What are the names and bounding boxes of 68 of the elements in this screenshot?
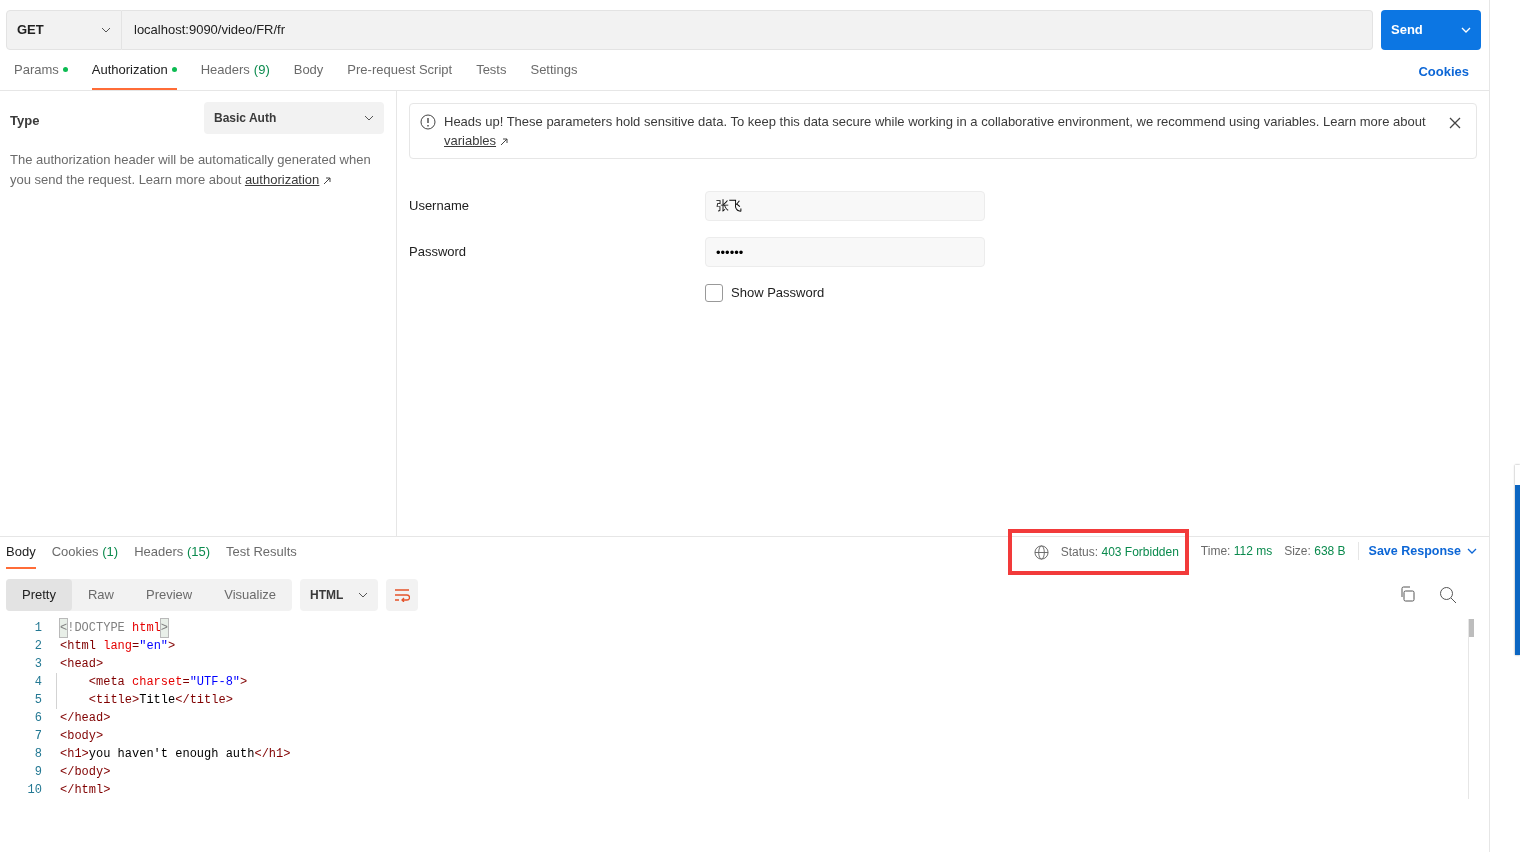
info-icon — [420, 114, 436, 130]
code-line: <meta charset="UTF-8"> — [56, 673, 1468, 691]
request-tab[interactable]: Pre-request Script — [347, 59, 453, 90]
response-tab[interactable]: Body — [6, 541, 36, 569]
code-line: <body> — [59, 728, 105, 745]
show-password-checkbox[interactable] — [705, 283, 723, 302]
line-number: 9 — [33, 764, 42, 781]
view-mode-tab[interactable]: Raw — [71, 579, 130, 611]
method-dropdown[interactable]: GET — [6, 10, 122, 50]
code-line: <h1>you haven't enough auth</h1> — [59, 746, 292, 763]
response-tab[interactable]: Cookies (1) — [51, 541, 119, 569]
authorization-link[interactable]: authorization — [244, 172, 320, 187]
request-tab[interactable]: Settings — [530, 59, 578, 90]
response-tab[interactable]: Headers (15) — [134, 541, 210, 569]
code-line: </html> — [59, 782, 112, 799]
checkbox-label: Show Password — [731, 284, 825, 302]
line-number: 4 — [33, 674, 42, 691]
request-tab[interactable]: Headers (9) — [200, 59, 270, 90]
line-number: 5 — [33, 692, 42, 709]
view-mode-tab[interactable]: Visualize — [208, 579, 293, 611]
request-tab[interactable]: Tests — [476, 59, 507, 90]
globe-icon — [1033, 544, 1049, 560]
line-number: 7 — [33, 728, 42, 745]
auth-description: The authorization header will be automatically generated when you send the request. Learn more about authorization — [10, 151, 372, 189]
line-number: 8 — [33, 746, 42, 763]
code-line: </body> — [59, 764, 112, 781]
request-tab[interactable]: Body — [293, 59, 324, 90]
line-number: 10 — [26, 782, 42, 799]
code-line: <head> — [59, 656, 105, 673]
username-label: Username — [409, 197, 470, 216]
code-line: <html lang="en"> — [59, 638, 177, 655]
status-text: Status: 403 Forbidden — [1060, 544, 1179, 561]
view-mode-tab[interactable]: Pretty — [6, 579, 72, 611]
request-tab[interactable]: Params — [14, 59, 68, 90]
save-response-button[interactable]: Save Response — [1357, 541, 1477, 561]
chevron-icon — [101, 27, 111, 33]
scrollbar-thumb[interactable] — [1469, 619, 1474, 637]
view-mode-tab[interactable]: Preview — [130, 579, 209, 611]
size-text: Size: 638 B — [1284, 543, 1346, 560]
chevron-icon — [1461, 27, 1471, 33]
external-link-icon — [500, 137, 509, 146]
line-number: 6 — [33, 710, 42, 727]
auth-type-dropdown[interactable]: Basic Auth — [204, 102, 384, 134]
code-line: <title>Title</title> — [56, 691, 1468, 709]
password-label: Password — [409, 243, 468, 262]
wrap-icon — [394, 588, 411, 602]
line-number: 1 — [33, 620, 42, 637]
variables-link[interactable]: variables — [444, 133, 497, 148]
external-link-icon — [323, 176, 332, 185]
request-tab[interactable]: Authorization — [91, 59, 177, 90]
type-label: Type — [10, 112, 40, 130]
username-field[interactable]: 张飞 — [705, 191, 985, 221]
format-dropdown[interactable]: HTML — [300, 579, 379, 611]
response-tab[interactable]: Test Results — [226, 541, 297, 569]
alert-text: Heads up! These parameters hold sensitive data. To keep this data secure while working in a collaborative environment, we recommend using variables. Learn more about variables — [444, 113, 1427, 150]
code-line: </head> — [59, 710, 112, 727]
line-number: 3 — [33, 656, 42, 673]
chevron-icon — [358, 592, 369, 598]
line-number: 2 — [33, 638, 42, 655]
url-field[interactable]: localhost:9090/video/FR/fr — [122, 10, 1373, 50]
wrap-lines-button[interactable] — [386, 579, 419, 611]
cookies-link[interactable]: Cookies — [1418, 61, 1469, 90]
chevron-icon — [364, 115, 374, 121]
chevron-icon — [1467, 548, 1477, 554]
send-button[interactable]: Send — [1381, 10, 1481, 50]
code-line: <!DOCTYPE html> — [59, 619, 170, 637]
password-field[interactable]: •••••• — [705, 237, 985, 267]
time-text: Time: 112 ms — [1200, 543, 1273, 560]
